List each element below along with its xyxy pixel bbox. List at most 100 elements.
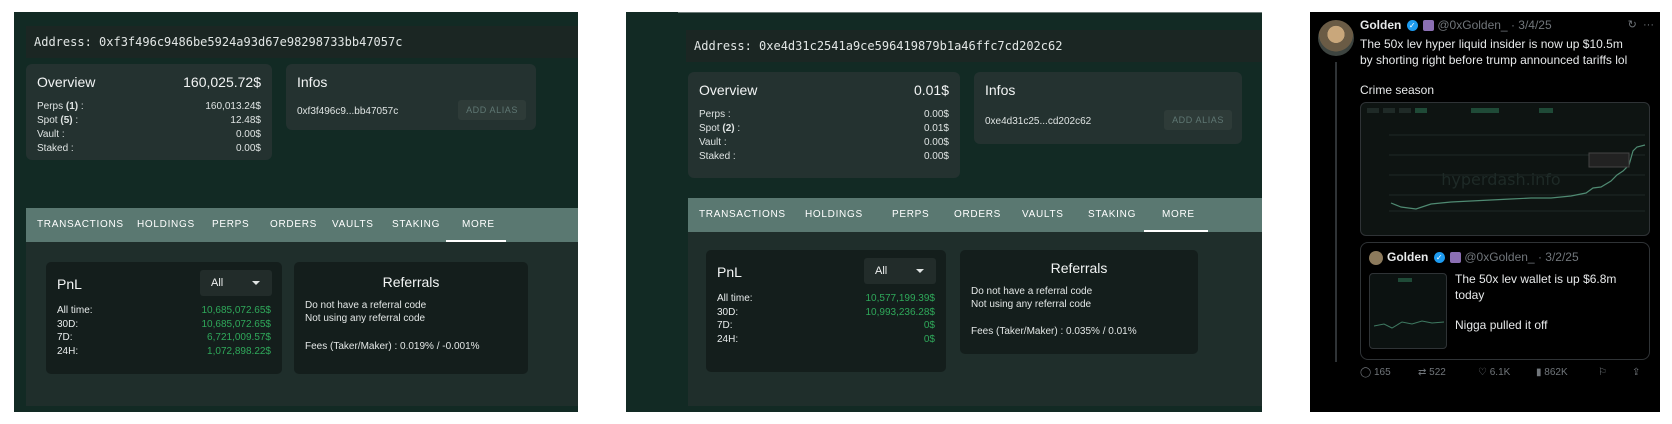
tab-transactions[interactable]: TRANSACTIONS [37,208,124,242]
quote-thumbnail-chart [1369,273,1447,349]
quote-text-line-3: Nigga pulled it off [1455,318,1548,332]
tab-transactions[interactable]: TRANSACTIONS [699,198,786,232]
reply-icon: ◯ [1360,367,1372,378]
thread-line [1335,62,1337,362]
overview-total: 0.01$ [913,82,949,98]
add-alias-button[interactable]: ADD ALIAS [458,100,526,120]
author-handle[interactable]: @0xGolden_ [1437,18,1507,32]
hyperdash-wallet-view-1: Address: 0xf3f496c9486be5924a93d67e98298… [14,12,578,412]
pnl-row: All time: 10,685,072.65$ [57,305,271,316]
quote-author-name: Golden [1387,250,1429,264]
views-button[interactable]: ▮ 862K [1536,367,1568,378]
wallet-address[interactable]: Address: 0xe4d31c2541a9ce596419879b1a46f… [686,30,1262,62]
tab-perps[interactable]: PERPS [212,208,249,242]
heart-icon: ♡ [1478,367,1487,378]
wallet-address[interactable]: Address: 0xf3f496c9486be5924a93d67e98298… [26,26,578,58]
pnl-row: 24H: 1,072,898.22$ [57,345,271,357]
infos-card: Infos 0xe4d31c25...cd202c62 ADD ALIAS [974,72,1242,144]
tab-vaults[interactable]: VAULTS [1022,198,1064,232]
grok-icon[interactable]: ↻ [1628,19,1637,31]
tweet-image-pnl-chart[interactable]: hyperdash.info [1360,102,1650,236]
quoted-tweet[interactable]: Golden ✓ @0xGolden_ · 3/2/25 The 50x lev… [1360,242,1650,360]
chevron-down-icon [916,269,924,273]
overview-row-staked: Staked : 0.00$ [37,143,261,154]
overview-card: Overview 160,025.72$ Perps (1) : 160,013… [26,64,272,160]
overview-row-staked: Staked : 0.00$ [699,151,949,162]
overview-rows: Perps (1) : 160,013.24$ Spot (5) : 12.48… [37,100,261,156]
pnl-title: PnL [717,264,742,280]
add-alias-button[interactable]: ADD ALIAS [1164,110,1232,130]
overview-row-spot: Spot (5) : 12.48$ [37,115,261,126]
repost-icon: ⇄ [1418,367,1427,378]
referrals-card: Referrals Do not have a referral code No… [294,262,528,374]
overview-title: Overview [37,74,96,90]
tweet-top-icons: ↻ ··· [1628,18,1654,31]
tweet-date[interactable]: · 3/4/25 [1511,18,1552,32]
more-pane: PnL All All time: 10,577,199.39$ 30D: 10,9… [688,232,1262,406]
tweet-header: Golden ✓ @0xGolden_ · 3/4/25 [1360,18,1552,32]
referral-usage-status: Not using any referral code [971,299,1092,310]
affiliate-badge-icon [1423,20,1435,32]
verified-icon: ✓ [1433,252,1445,264]
author-name[interactable]: Golden [1360,18,1401,32]
fees-text: Fees (Taker/Maker) : 0.019% / -0.001% [305,341,480,352]
reply-button[interactable]: ◯ 165 [1360,367,1391,378]
overview-row-vault: Vault : 0.00$ [699,137,949,148]
tweet: Golden ✓ @0xGolden_ · 3/4/25 ↻ ··· The 5… [1310,12,1660,412]
pnl-card: PnL All All time: 10,577,199.39$ 30D: 10,9… [706,250,946,372]
pnl-row: 24H: 0$ [717,333,935,345]
pnl-period-select[interactable]: All [200,270,272,296]
tab-more[interactable]: MORE [462,208,495,242]
referral-code-status: Do not have a referral code [305,300,427,311]
infos-title: Infos [297,74,328,90]
avatar[interactable] [1318,20,1354,56]
overview-row-vault: Vault : 0.00$ [37,129,261,140]
more-pane: PnL All All time: 10,685,072.65$ 30D: 10,6… [26,242,578,406]
tweet-text-line-1: The 50x lev hyper liquid insider is now … [1360,37,1623,51]
tab-staking[interactable]: STAKING [392,208,440,242]
tweet-text-line-3: Crime season [1360,83,1435,97]
infos-card: Infos 0xf3f496c9...bb47057c ADD ALIAS [286,64,536,130]
pnl-row: 7D: 6,721,009.57$ [57,332,271,343]
views-icon: ▮ [1536,367,1542,378]
like-button[interactable]: ♡ 6.1K [1478,367,1510,378]
infos-address: 0xf3f496c9...bb47057c [297,106,399,117]
overview-row-perps: Perps (1) : 160,013.24$ [37,101,261,112]
bookmark-icon[interactable]: ⚐ [1598,367,1607,378]
quote-date: · 3/2/25 [1537,250,1579,264]
tab-orders[interactable]: ORDERS [270,208,317,242]
chevron-down-icon [252,281,260,285]
tweet-text-line-2: by shorting right before trump announced… [1360,53,1628,67]
top-divider [678,12,1262,13]
referral-code-status: Do not have a referral code [971,286,1093,297]
tab-vaults[interactable]: VAULTS [332,208,374,242]
pnl-chart-image: hyperdash.info [1367,108,1646,212]
referrals-title: Referrals [1050,260,1108,276]
share-icon[interactable]: ⇪ [1632,367,1640,378]
referrals-title: Referrals [382,274,440,290]
overview-total: 160,025.72$ [183,74,261,90]
more-options-icon[interactable]: ··· [1643,19,1654,31]
tab-more[interactable]: MORE [1162,198,1195,232]
pnl-card: PnL All All time: 10,685,072.65$ 30D: 10,6… [46,262,282,374]
pnl-period-select[interactable]: All [864,258,936,284]
quote-header: Golden ✓ @0xGolden_ · 3/2/25 [1387,250,1579,264]
fees-text: Fees (Taker/Maker) : 0.035% / 0.01% [971,326,1137,337]
pnl-row: 7D: 0$ [717,320,935,331]
tab-perps[interactable]: PERPS [892,198,929,232]
pnl-title: PnL [57,276,82,292]
tab-holdings[interactable]: HOLDINGS [137,208,195,242]
referral-usage-status: Not using any referral code [305,313,426,324]
tab-orders[interactable]: ORDERS [954,198,1001,232]
pnl-row: 30D: 10,685,072.65$ [57,318,271,330]
tab-holdings[interactable]: HOLDINGS [805,198,863,232]
overview-card: Overview 0.01$ Perps : 0.00$ Spot (2) : … [688,72,960,178]
overview-row-spot: Spot (2) : 0.01$ [699,123,949,134]
repost-button[interactable]: ⇄ 522 [1418,367,1446,378]
tab-bar: TRANSACTIONS HOLDINGS PERPS ORDERS VAULT… [26,208,578,242]
affiliate-badge-icon [1450,252,1462,264]
tab-staking[interactable]: STAKING [1088,198,1136,232]
tweet-actions: ◯ 165 ⇄ 522 ♡ 6.1K ▮ 862K ⚐ ⇪ [1360,367,1652,383]
chart-watermark: hyperdash.info [1441,170,1560,189]
pnl-row: All time: 10,577,199.39$ [717,293,935,304]
